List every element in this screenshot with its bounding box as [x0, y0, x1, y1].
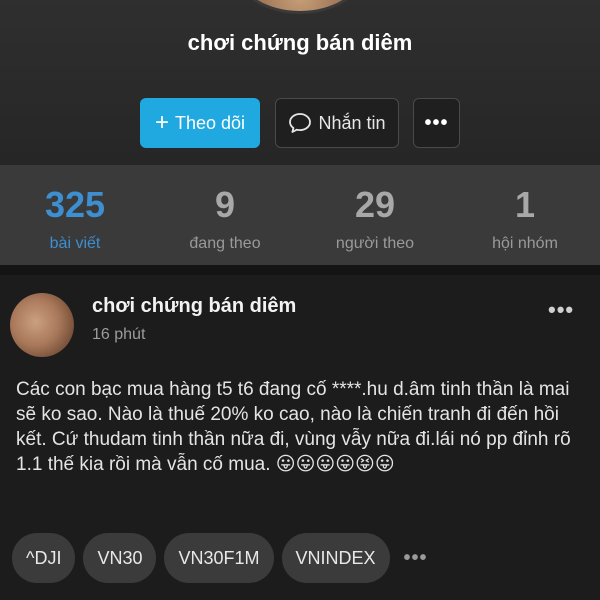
- tag-chip[interactable]: VN30F1M: [164, 533, 274, 583]
- more-dots-icon: •••: [424, 111, 449, 134]
- stat-value: 29: [354, 184, 396, 225]
- post-more-icon[interactable]: •••: [548, 297, 574, 323]
- stat-value: 9: [214, 184, 236, 225]
- stat-label: đang theo: [189, 235, 261, 252]
- follow-label: Theo dõi: [174, 112, 246, 133]
- profile-avatar[interactable]: [236, 0, 364, 14]
- avatar[interactable]: [10, 293, 74, 357]
- tag-chip[interactable]: ^DJI: [12, 533, 76, 583]
- tag-chip[interactable]: VNINDEX: [281, 533, 390, 583]
- stat-posts[interactable]: 325 bài viết: [0, 165, 150, 265]
- post-author[interactable]: chơi chứng bán diêm: [92, 295, 296, 318]
- post-card: chơi chứng bán diêm 16 phút ••• Các con …: [0, 275, 600, 600]
- post-tags: ^DJI VN30 VN30F1M VNINDEX •••: [12, 533, 428, 583]
- stat-value: 325: [44, 184, 106, 225]
- follow-button[interactable]: + Theo dõi: [140, 98, 260, 148]
- message-label: Nhắn tin: [318, 112, 386, 133]
- stat-label: người theo: [335, 235, 415, 252]
- speech-bubble-icon: [289, 113, 312, 133]
- message-button[interactable]: Nhắn tin: [275, 98, 399, 148]
- stat-groups[interactable]: 1 hội nhóm: [450, 165, 600, 265]
- plus-icon: +: [154, 109, 169, 136]
- tag-chip[interactable]: VN30: [83, 533, 157, 583]
- tags-more-icon[interactable]: •••: [404, 547, 428, 570]
- post-body: Các con bạc mua hàng t5 t6 đang cố ****.…: [16, 379, 571, 475]
- stat-following[interactable]: 9 đang theo: [150, 165, 300, 265]
- stat-label: hội nhóm: [492, 235, 558, 252]
- stats-bar: 325 bài viết 9 đang theo 29 người theo 1…: [0, 165, 600, 265]
- profile-name: chơi chứng bán diêm: [187, 30, 413, 55]
- stat-label: bài viết: [49, 235, 101, 252]
- more-button[interactable]: •••: [413, 98, 460, 148]
- stat-value: 1: [514, 184, 536, 225]
- profile-header: chơi chứng bán diêm + Theo dõi Nhắn tin …: [0, 0, 600, 165]
- stat-followers[interactable]: 29 người theo: [300, 165, 450, 265]
- post-time: 16 phút: [92, 326, 146, 343]
